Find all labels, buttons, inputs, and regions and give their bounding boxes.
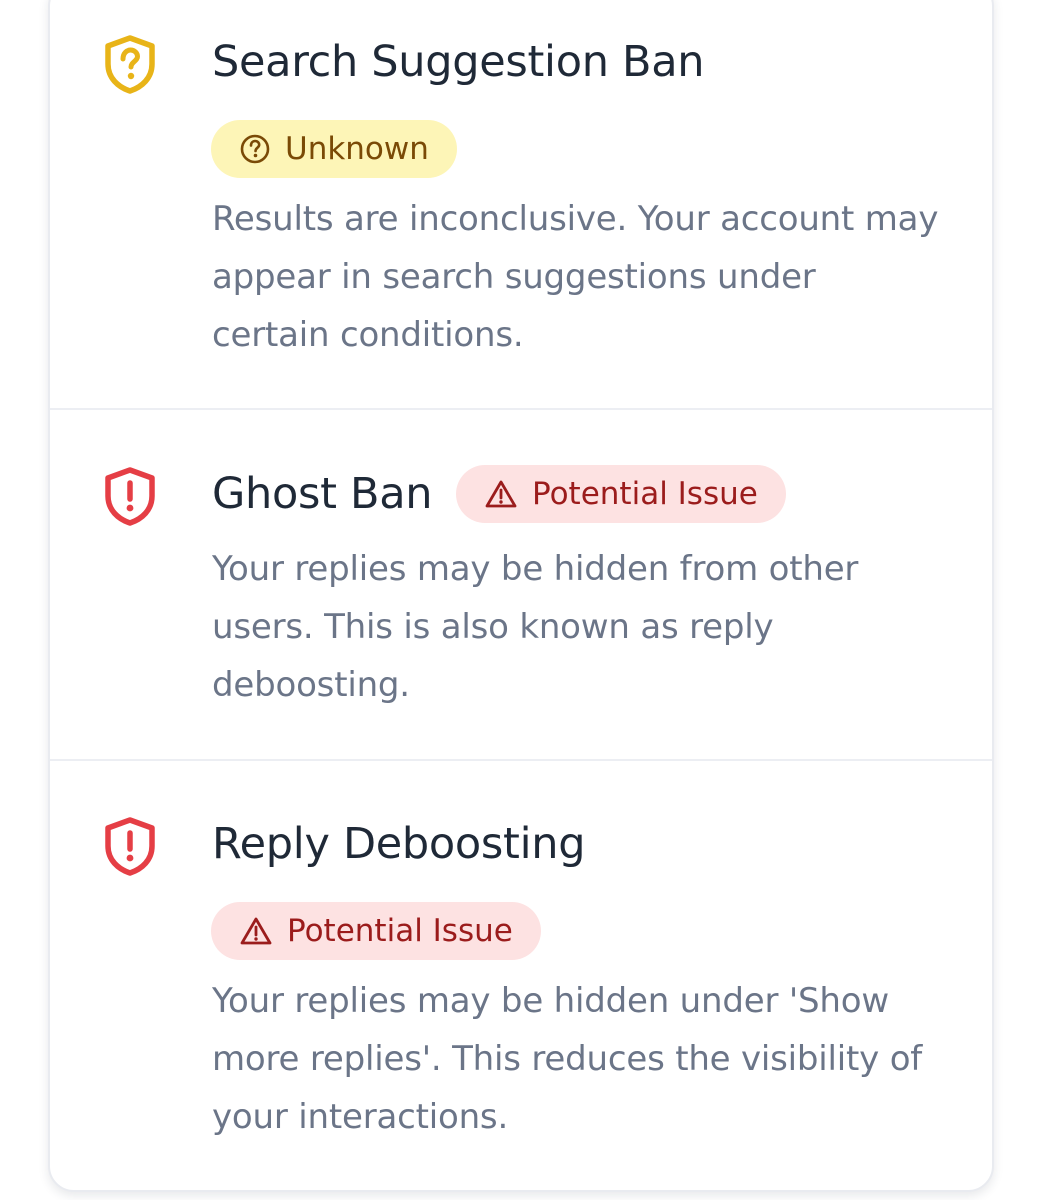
status-label: Unknown — [285, 131, 429, 167]
warning-triangle-icon — [240, 917, 272, 945]
status-badge-potential-issue: Potential Issue — [211, 902, 541, 960]
item-title: Ghost Ban — [212, 469, 433, 519]
item-title: Reply Deboosting — [212, 819, 586, 869]
item-title: Search Suggestion Ban — [212, 37, 705, 87]
shield-question-icon — [105, 35, 155, 94]
status-label: Potential Issue — [532, 476, 758, 512]
item-description: Results are inconclusive. Your account m… — [212, 199, 939, 355]
shield-alert-icon — [105, 817, 155, 876]
divider — [50, 759, 992, 761]
divider — [50, 408, 992, 410]
question-circle-icon — [240, 134, 270, 164]
status-badge-unknown: Unknown — [211, 120, 457, 178]
status-badge-potential-issue: Potential Issue — [456, 465, 786, 523]
warning-triangle-icon — [485, 480, 517, 508]
item-description: Your replies may be hidden from other us… — [212, 549, 859, 705]
shield-alert-icon — [105, 467, 155, 526]
item-description: Your replies may be hidden under 'Show m… — [212, 981, 923, 1137]
status-label: Potential Issue — [287, 913, 513, 949]
